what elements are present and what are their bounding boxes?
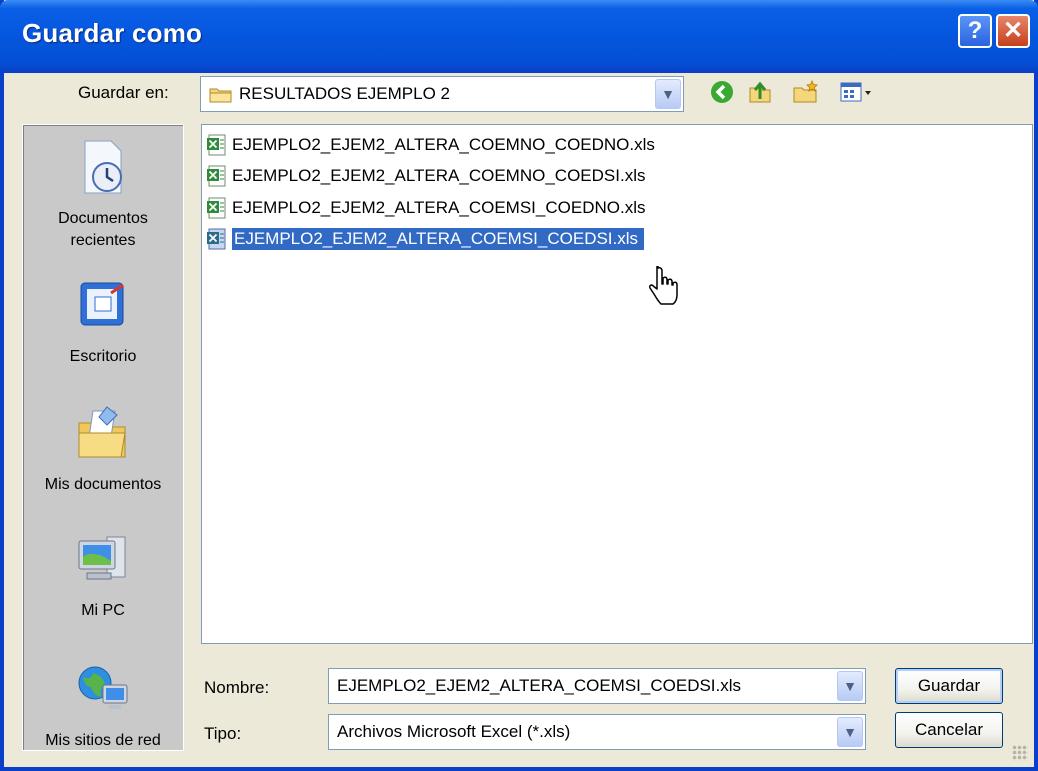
list-item[interactable]: EJEMPLO2_EJEM2_ALTERA_COEMSI_COEDNO.xls xyxy=(206,194,645,222)
cancel-button[interactable]: Cancelar xyxy=(895,712,1003,748)
folder-icon xyxy=(209,88,232,103)
chevron-down-icon[interactable]: ▼ xyxy=(837,671,863,701)
filename-input[interactable]: EJEMPLO2_EJEM2_ALTERA_COEMSI_COEDSI.xls … xyxy=(328,668,866,704)
resize-grip[interactable] xyxy=(1012,745,1028,761)
file-name: EJEMPLO2_EJEM2_ALTERA_COEMSI_COEDNO.xls xyxy=(232,198,646,217)
desktop-icon xyxy=(80,282,124,326)
excel-file-icon xyxy=(207,228,226,250)
place-label-2: recientes xyxy=(70,232,136,249)
save-button[interactable]: Guardar xyxy=(895,668,1003,704)
network-places-icon xyxy=(78,666,128,709)
place-label: Escritorio xyxy=(69,348,137,365)
place-label: Mis sitios de red xyxy=(45,732,161,749)
place-my-documents[interactable]: Mis documentos xyxy=(23,403,183,496)
place-label: Mi PC xyxy=(81,602,125,619)
save-in-label: Guardar en: xyxy=(78,83,169,102)
filename-value: EJEMPLO2_EJEM2_ALTERA_COEMSI_COEDSI.xls xyxy=(337,676,742,695)
file-list[interactable]: EJEMPLO2_EJEM2_ALTERA_COEMNO_COEDNO.xls … xyxy=(201,124,1033,644)
my-computer-icon xyxy=(78,536,126,580)
current-folder-name: RESULTADOS EJEMPLO 2 xyxy=(239,84,450,103)
dialog-title: Guardar como xyxy=(22,18,203,48)
filename-label: Nombre: xyxy=(204,678,270,697)
title-bar[interactable]: Guardar como ? ✕ xyxy=(0,0,1038,73)
excel-file-icon xyxy=(207,134,226,156)
help-button[interactable]: ? xyxy=(958,14,992,48)
up-folder-icon[interactable] xyxy=(746,78,774,106)
list-item[interactable]: EJEMPLO2_EJEM2_ALTERA_COEMNO_COEDSI.xls xyxy=(206,162,645,190)
place-recent-documents[interactable]: Documentos recientes xyxy=(23,137,183,252)
filetype-label: Tipo: xyxy=(204,724,242,743)
place-network[interactable]: Mis sitios de red xyxy=(23,659,183,752)
chevron-down-icon[interactable]: ▼ xyxy=(655,79,681,109)
filetype-value: Archivos Microsoft Excel (*.xls) xyxy=(337,722,571,741)
save-in-dropdown[interactable]: RESULTADOS EJEMPLO 2 ▼ xyxy=(200,76,684,112)
place-desktop[interactable]: Escritorio xyxy=(23,275,183,368)
file-name: EJEMPLO2_EJEM2_ALTERA_COEMNO_COEDNO.xls xyxy=(232,135,655,154)
place-my-computer[interactable]: Mi PC xyxy=(23,529,183,622)
places-bar: Documentos recientes Escritorio Mis docu… xyxy=(22,124,184,751)
hand-cursor-icon xyxy=(649,266,678,305)
back-icon[interactable] xyxy=(708,78,736,106)
file-name: EJEMPLO2_EJEM2_ALTERA_COEMSI_COEDSI.xls xyxy=(232,228,645,250)
save-as-dialog: Guardar como ? ✕ Guardar en: RESULTADOS … xyxy=(0,0,1038,771)
view-menu-icon[interactable] xyxy=(838,78,878,106)
file-name: EJEMPLO2_EJEM2_ALTERA_COEMNO_COEDSI.xls xyxy=(232,166,646,185)
filetype-dropdown[interactable]: Archivos Microsoft Excel (*.xls) ▼ xyxy=(328,714,866,750)
my-documents-icon xyxy=(78,406,126,458)
close-button[interactable]: ✕ xyxy=(996,14,1030,48)
new-folder-icon[interactable] xyxy=(792,78,820,106)
recent-documents-icon xyxy=(84,140,122,194)
list-item[interactable]: EJEMPLO2_EJEM2_ALTERA_COEMNO_COEDNO.xls xyxy=(206,131,655,159)
excel-file-icon xyxy=(207,197,226,219)
excel-file-icon xyxy=(207,165,226,187)
list-item-selected[interactable]: EJEMPLO2_EJEM2_ALTERA_COEMSI_COEDSI.xls xyxy=(206,225,645,253)
place-label: Mis documentos xyxy=(44,476,162,493)
chevron-down-icon[interactable]: ▼ xyxy=(837,717,863,747)
place-label: Documentos xyxy=(58,210,148,227)
